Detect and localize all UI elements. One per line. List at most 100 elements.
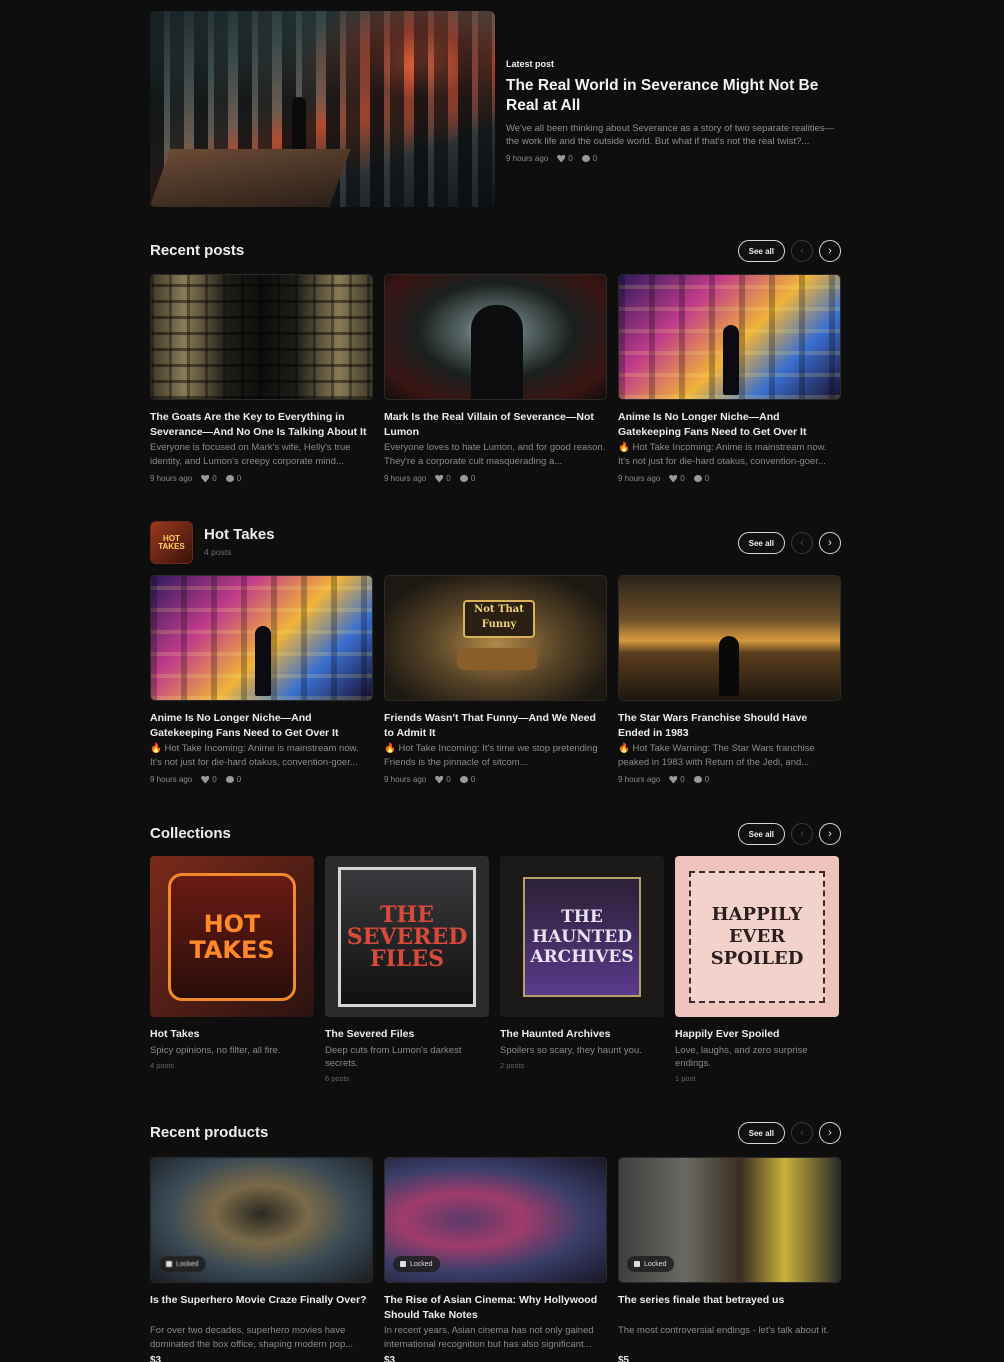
like-button[interactable]: 0 [435,775,451,784]
see-all-button[interactable]: See all [737,532,785,554]
chevron-left-icon[interactable]: ‹ [791,823,813,845]
like-count: 0 [212,474,217,483]
latest-post-hero[interactable]: Latest post The Real World in Severance … [150,11,841,207]
recent-posts-header: Recent posts See all ‹ › [150,240,841,264]
comment-button[interactable]: 0 [581,154,597,163]
post-time: 9 hours ago [618,474,661,483]
see-all-button[interactable]: See all [737,823,785,845]
collection-card[interactable]: THE HAUNTED ARCHIVES The Haunted Archive… [500,856,664,1083]
chevron-right-icon[interactable]: › [819,240,841,262]
collections-header: Collections See all ‹ › [150,823,841,847]
post-description: 🔥 Hot Take Incoming: Anime is mainstream… [150,743,359,768]
post-description: Everyone is focused on Mark's wife, Hell… [150,442,351,467]
comment-button[interactable]: 0 [693,775,709,784]
product-price: $3 [384,1355,396,1362]
chevron-right-icon[interactable]: › [819,532,841,554]
post-thumbnail[interactable] [150,575,373,701]
collection-cover[interactable]: HAPPILY EVER SPOILED [675,856,839,1017]
post-time: 9 hours ago [384,775,427,784]
chevron-left-icon[interactable]: ‹ [791,532,813,554]
like-count: 0 [680,474,685,483]
comment-button[interactable]: 0 [225,474,242,483]
post-card[interactable]: The Star Wars Franchise Should Have Ende… [618,575,841,784]
like-button[interactable]: 0 [669,474,685,483]
see-all-button[interactable]: See all [737,1122,785,1144]
collection-title[interactable]: Happily Ever Spoiled [675,1028,839,1040]
like-count: 0 [446,775,451,784]
collection-cover[interactable]: THE SEVERED FILES [325,856,489,1017]
post-thumbnail[interactable] [384,274,607,400]
post-card[interactable]: Friends Wasn't That Funny—And We Need to… [384,575,607,784]
post-card[interactable]: Mark Is the Real Villain of Severance—No… [384,274,607,483]
comment-count: 0 [236,474,242,483]
section-title: Collections [150,825,231,842]
like-button[interactable]: 0 [669,775,685,784]
chevron-left-icon[interactable]: ‹ [791,1122,813,1144]
product-thumbnail[interactable]: Locked [618,1157,841,1283]
latest-post-image[interactable] [150,11,495,207]
post-time: 9 hours ago [150,775,193,784]
collection-cover-art: THE SEVERED FILES [338,866,476,1007]
product-card[interactable]: Locked The series finale that betrayed u… [618,1157,841,1362]
post-card[interactable]: Anime Is No Longer Niche—And Gatekeeping… [150,575,373,784]
latest-post-title[interactable]: The Real World in Severance Might Not Be… [506,76,841,116]
product-thumbnail[interactable]: Locked [150,1157,373,1283]
post-thumbnail[interactable] [618,575,841,701]
collection-title[interactable]: The Haunted Archives [500,1028,664,1040]
post-title[interactable]: The Star Wars Franchise Should Have Ende… [618,711,841,741]
collection-card[interactable]: THE SEVERED FILES The Severed Files Deep… [325,856,489,1083]
heart-icon [435,775,444,784]
locked-badge: Locked [627,1256,674,1272]
comment-button[interactable]: 0 [459,775,475,784]
post-card[interactable]: Anime Is No Longer Niche—And Gatekeeping… [618,274,841,483]
product-price: $3 [150,1355,162,1362]
collection-cover[interactable]: HOT TAKES [150,856,314,1017]
like-button[interactable]: 0 [201,474,217,483]
collection-cover-art: HOT TAKES [168,872,296,1001]
post-title[interactable]: Mark Is the Real Villain of Severance—No… [384,410,607,440]
collection-card[interactable]: HAPPILY EVER SPOILED Happily Ever Spoile… [675,856,839,1083]
collection-title[interactable]: The Severed Files [325,1028,489,1040]
post-title[interactable]: Anime Is No Longer Niche—And Gatekeeping… [618,410,841,440]
product-description: The most controversial endings - let's t… [618,1325,829,1336]
chevron-right-icon[interactable]: › [819,1122,841,1144]
product-title[interactable]: The Rise of Asian Cinema: Why Hollywood … [384,1293,607,1323]
chevron-left-icon[interactable]: ‹ [791,240,813,262]
product-card[interactable]: Locked Is the Superhero Movie Craze Fina… [150,1157,373,1362]
heart-icon [669,775,678,784]
like-button[interactable]: 0 [201,775,217,784]
like-button[interactable]: 0 [557,154,573,163]
comment-button[interactable]: 0 [693,474,709,483]
heart-icon [435,474,444,483]
post-thumbnail[interactable] [150,274,373,400]
post-title[interactable]: Anime Is No Longer Niche—And Gatekeeping… [150,711,373,741]
post-title[interactable]: Friends Wasn't That Funny—And We Need to… [384,711,607,741]
collection-cover[interactable]: THE HAUNTED ARCHIVES [500,856,664,1017]
product-thumbnail[interactable]: Locked [384,1157,607,1283]
carousel-controls: See all ‹ › [737,532,841,554]
product-card[interactable]: Locked The Rise of Asian Cinema: Why Hol… [384,1157,607,1362]
section-title[interactable]: Hot Takes [204,526,275,543]
chevron-right-icon[interactable]: › [819,823,841,845]
heart-icon [201,775,210,784]
product-title[interactable]: Is the Superhero Movie Craze Finally Ove… [150,1293,373,1323]
comment-button[interactable]: 0 [459,474,475,483]
hot-takes-logo[interactable]: HOT TAKES [150,521,193,564]
like-button[interactable]: 0 [435,474,451,483]
product-title[interactable]: The series finale that betrayed us [618,1293,841,1323]
section-title: Recent products [150,1124,269,1141]
collection-title[interactable]: Hot Takes [150,1028,314,1040]
post-description: Everyone loves to hate Lumon, and for go… [384,442,606,467]
post-time: 9 hours ago [384,474,427,483]
carousel-controls: See all ‹ › [737,1122,841,1144]
post-card[interactable]: The Goats Are the Key to Everything in S… [150,274,373,483]
post-thumbnail[interactable] [384,575,607,701]
see-all-button[interactable]: See all [737,240,785,262]
collection-card[interactable]: HOT TAKES Hot Takes Spicy opinions, no f… [150,856,314,1083]
recent-products-header: Recent products See all ‹ › [150,1122,841,1146]
post-meta: 9 hours ago 0 0 [506,154,841,163]
comment-button[interactable]: 0 [225,775,241,784]
post-meta: 9 hours ago 0 0 [618,775,841,784]
post-title[interactable]: The Goats Are the Key to Everything in S… [150,410,373,440]
post-thumbnail[interactable] [618,274,841,400]
